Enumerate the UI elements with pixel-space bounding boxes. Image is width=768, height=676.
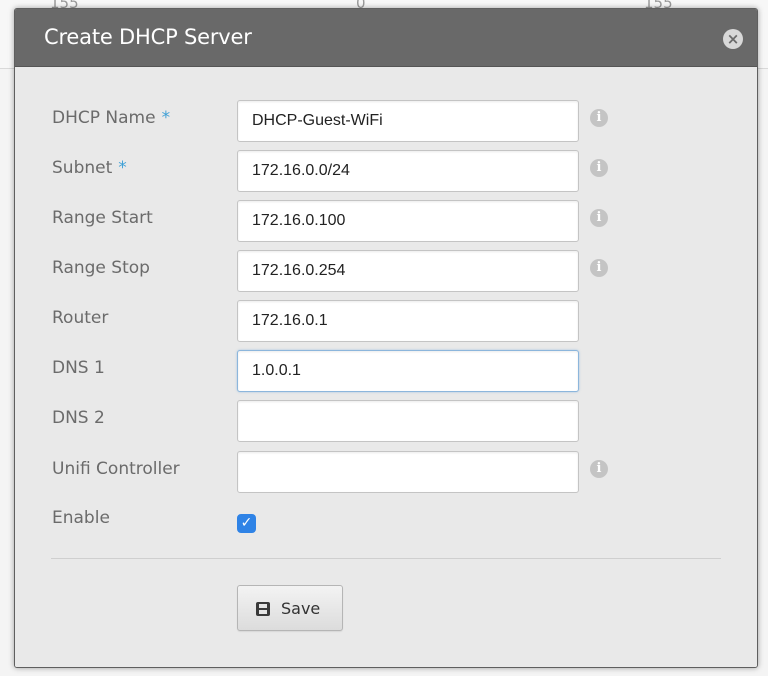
floppy-disk-icon bbox=[256, 602, 270, 616]
dns-2-input[interactable] bbox=[237, 400, 579, 442]
enable-label: Enable bbox=[52, 508, 110, 528]
field-row-enable: Enable bbox=[15, 508, 757, 550]
info-icon[interactable]: i bbox=[590, 209, 608, 227]
create-dhcp-server-dialog: Create DHCP Server × DHCP Name* i Subnet… bbox=[14, 8, 758, 668]
range-stop-label: Range Stop bbox=[52, 258, 150, 278]
router-label: Router bbox=[52, 308, 109, 328]
unifi-controller-input[interactable] bbox=[237, 451, 579, 493]
field-row-router: Router bbox=[15, 300, 757, 342]
router-input[interactable] bbox=[237, 300, 579, 342]
range-stop-input[interactable] bbox=[237, 250, 579, 292]
field-row-subnet: Subnet* i bbox=[15, 150, 757, 192]
dns-1-label: DNS 1 bbox=[52, 358, 105, 378]
save-button-label: Save bbox=[281, 599, 321, 618]
info-icon[interactable]: i bbox=[590, 109, 608, 127]
required-marker: * bbox=[118, 158, 127, 178]
required-marker: * bbox=[161, 108, 171, 128]
field-row-dns-1: DNS 1 bbox=[15, 350, 757, 392]
unifi-controller-label: Unifi Controller bbox=[52, 459, 180, 479]
info-icon[interactable]: i bbox=[590, 460, 608, 478]
subnet-input[interactable] bbox=[237, 150, 579, 192]
dns-2-label: DNS 2 bbox=[52, 408, 105, 428]
close-icon[interactable]: × bbox=[723, 29, 743, 49]
info-icon[interactable]: i bbox=[590, 159, 608, 177]
enable-checkbox[interactable]: ✓ bbox=[237, 514, 256, 533]
field-row-dns-2: DNS 2 bbox=[15, 400, 757, 442]
dialog-title: Create DHCP Server bbox=[44, 25, 252, 49]
field-row-range-stop: Range Stop i bbox=[15, 250, 757, 292]
dhcp-name-label: DHCP Name * bbox=[52, 108, 171, 128]
info-icon[interactable]: i bbox=[590, 259, 608, 277]
range-start-input[interactable] bbox=[237, 200, 579, 242]
field-row-range-start: Range Start i bbox=[15, 200, 757, 242]
field-row-unifi-controller: Unifi Controller i bbox=[15, 451, 757, 493]
dialog-body: DHCP Name* i Subnet* i Range Start i Ran… bbox=[15, 67, 757, 667]
form-divider bbox=[51, 558, 721, 559]
save-button[interactable]: Save bbox=[237, 585, 343, 631]
subnet-label: Subnet * bbox=[52, 158, 127, 178]
dialog-header: Create DHCP Server × bbox=[15, 9, 757, 67]
field-row-dhcp-name: DHCP Name* i bbox=[15, 100, 757, 142]
dns-1-input[interactable] bbox=[237, 350, 579, 392]
range-start-label: Range Start bbox=[52, 208, 153, 228]
dhcp-name-input[interactable] bbox=[237, 100, 579, 142]
